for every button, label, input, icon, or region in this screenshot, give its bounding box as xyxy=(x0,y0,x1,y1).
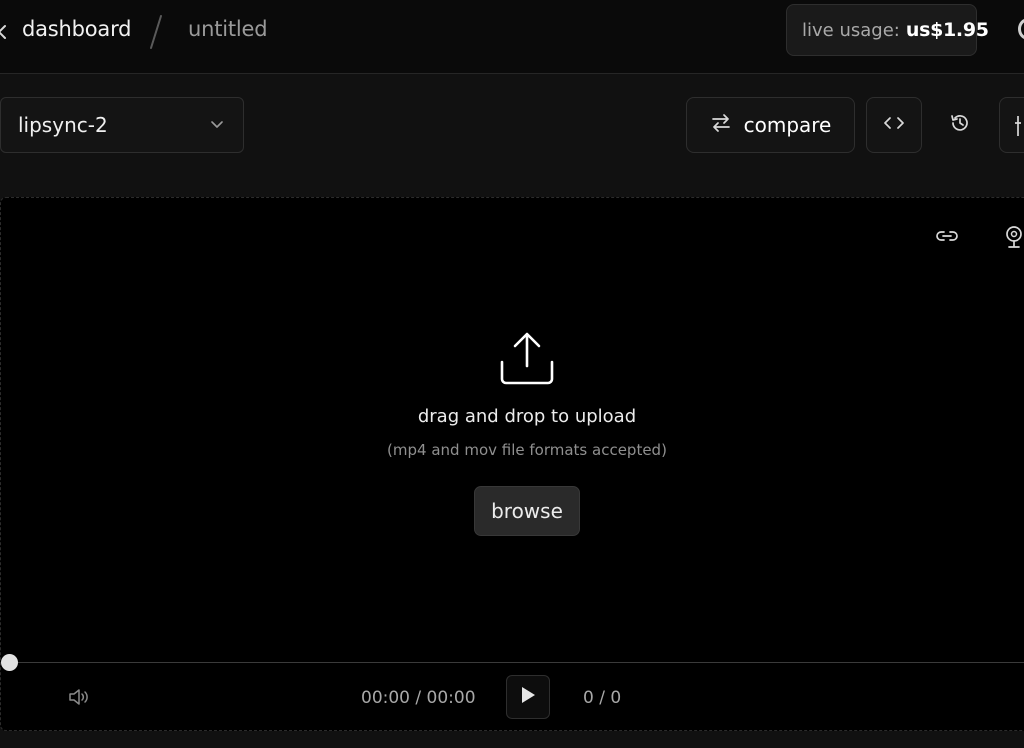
frame-counter: 0 / 0 xyxy=(583,688,622,708)
breadcrumb-separator xyxy=(146,12,166,52)
timeline-track[interactable] xyxy=(8,662,1024,663)
playback-time: 00:00 / 00:00 xyxy=(361,688,476,708)
project-title[interactable]: untitled xyxy=(188,17,268,41)
top-bar: dashboard untitled live usage: us$1.95 xyxy=(0,0,1024,74)
live-usage-badge: live usage: us$1.95 xyxy=(786,4,989,56)
upload-icon xyxy=(497,330,557,388)
play-button[interactable] xyxy=(506,675,550,719)
code-icon xyxy=(883,115,905,135)
compare-label: compare xyxy=(743,113,832,137)
sliders-icon xyxy=(1014,114,1024,142)
timeline-scrubber-handle[interactable] xyxy=(1,654,18,671)
upload-format-hint: (mp4 and mov file formats accepted) xyxy=(387,441,667,459)
history-button[interactable] xyxy=(933,97,987,153)
upload-title: drag and drop to upload xyxy=(417,406,637,427)
back-chevron-icon[interactable] xyxy=(0,20,10,44)
play-icon xyxy=(520,686,536,708)
user-avatar[interactable] xyxy=(1018,18,1024,40)
swap-arrows-icon xyxy=(710,113,732,137)
history-icon xyxy=(949,112,971,138)
code-button[interactable] xyxy=(866,97,922,153)
breadcrumb-dashboard-link[interactable]: dashboard xyxy=(22,17,131,41)
settings-button[interactable] xyxy=(999,97,1024,153)
usage-label: live usage: xyxy=(802,19,900,41)
model-select-value: lipsync-2 xyxy=(18,113,108,137)
browse-button[interactable]: browse xyxy=(474,486,580,536)
webcam-icon[interactable] xyxy=(1002,224,1024,250)
usage-value: us$1.95 xyxy=(905,19,989,41)
model-select[interactable]: lipsync-2 xyxy=(0,97,244,153)
volume-icon[interactable] xyxy=(67,688,91,706)
video-upload-dropzone[interactable] xyxy=(0,197,1024,731)
compare-button[interactable]: compare xyxy=(686,97,855,153)
link-icon[interactable] xyxy=(934,226,960,246)
chevron-down-icon xyxy=(209,116,225,132)
